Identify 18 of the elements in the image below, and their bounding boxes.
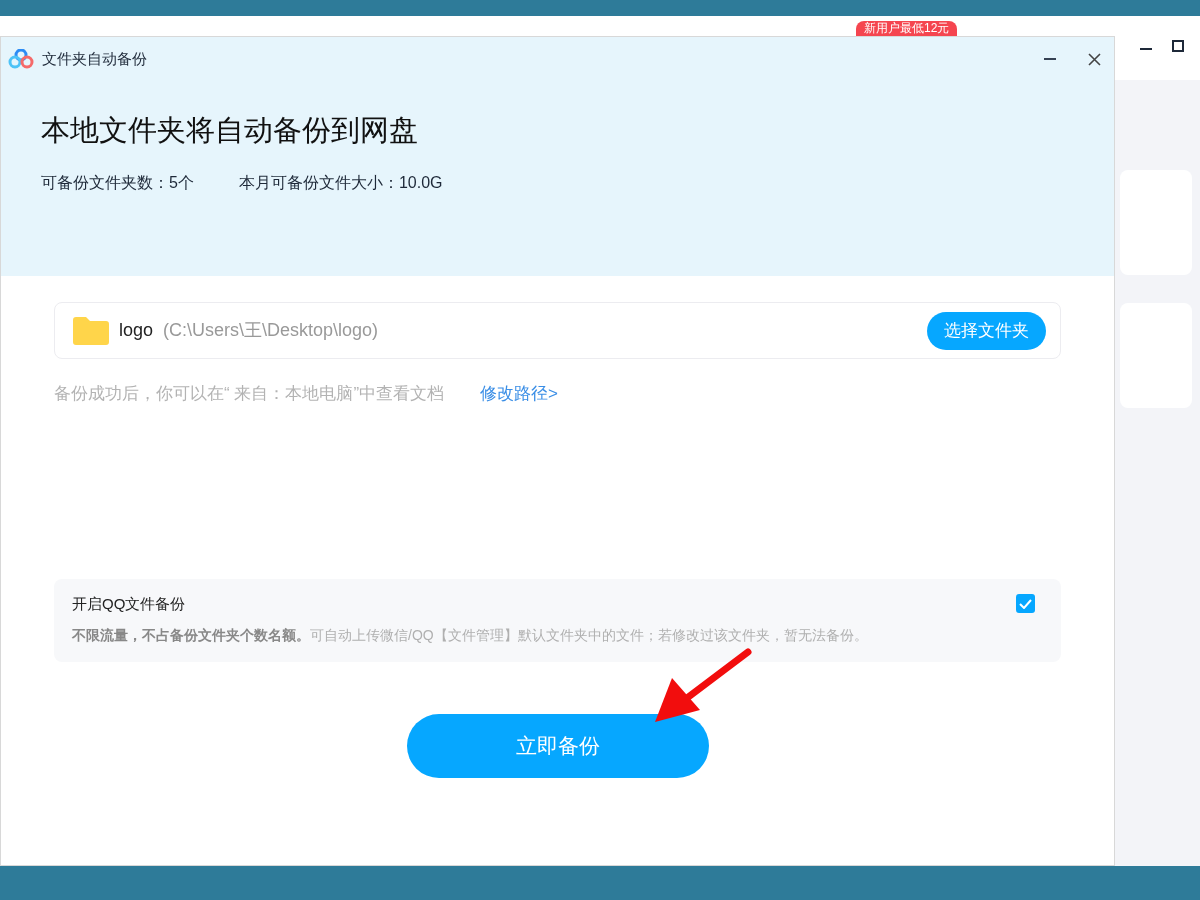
qq-backup-label: 开启QQ文件备份 [72,593,186,614]
promo-badge: 新用户最低12元 [856,21,958,36]
close-icon[interactable] [1088,52,1101,66]
change-path-link[interactable]: 修改路径> [480,381,558,407]
qq-backup-checkbox[interactable] [1016,594,1035,614]
folder-name: logo [119,319,154,342]
maximize-icon[interactable] [1172,40,1184,52]
stat-text: 可备份文件夹数：5个 [41,172,194,193]
stat-text: 本月可备份文件大小：10.0G [238,172,443,193]
folder-icon [73,316,109,345]
backup-now-button[interactable]: 立即备份 [406,713,709,778]
qq-backup-description: 不限流量，不占备份文件夹个数名额。可自动上传微信/QQ【文件管理】默认文件夹中的文件；若修改过该文件夹，暂无法备份。 [72,626,869,645]
dialog-heading: 本地文件夹将自动备份到网盘 [41,113,419,148]
dialog-title: 文件夹自动备份 [42,48,147,69]
folder-path: (C:\Users\王\Desktop\logo) [163,319,379,342]
hint-text: 备份成功后，你可以在“ 来自：本地电脑”中查看文档 [54,383,445,405]
cloud-logo-icon [8,49,34,69]
choose-folder-button[interactable]: 选择文件夹 [927,311,1046,350]
